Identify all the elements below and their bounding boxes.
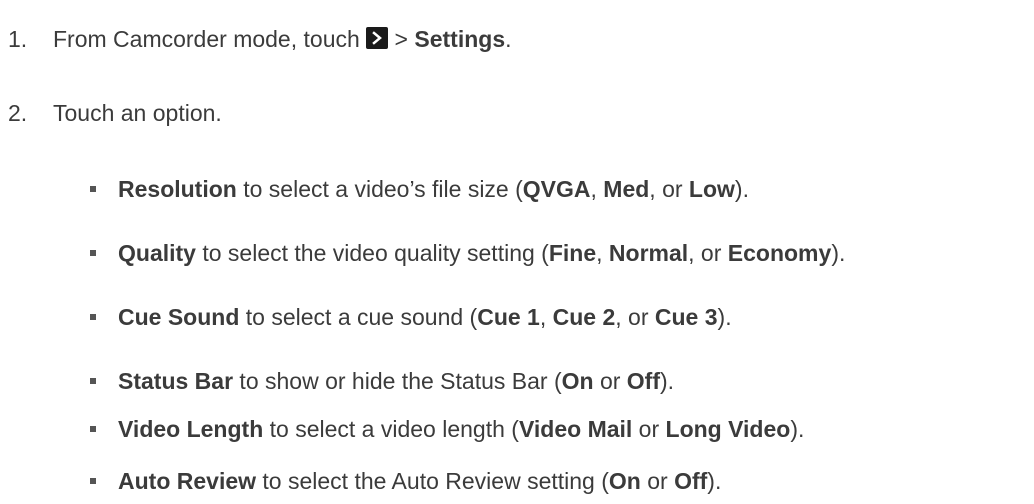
step-number: 1. <box>8 26 28 52</box>
option-desc: to select a video’s file size ( <box>236 176 523 202</box>
separator: > <box>388 26 415 52</box>
option-name: Auto Review <box>118 468 257 494</box>
step-number: 2. <box>8 100 28 126</box>
option-sep: or <box>640 468 675 494</box>
option-sep: , <box>596 240 609 266</box>
step-end: . <box>505 26 512 52</box>
chevron-right-icon <box>366 27 389 49</box>
bullet-icon <box>90 478 96 484</box>
option-sep: , or <box>615 304 655 330</box>
option-name: Video Length <box>118 416 264 442</box>
option-value: Off <box>674 468 708 494</box>
step-text: Touch an option. <box>53 100 222 126</box>
option-value: On <box>561 368 594 394</box>
option-name: Status Bar <box>118 368 234 394</box>
option-desc: to select the Auto Review setting ( <box>256 468 609 494</box>
bullet-icon <box>90 186 96 192</box>
step-2: 2. Touch an option. <box>8 100 222 127</box>
option-sep: , or <box>649 176 689 202</box>
option-value: Video Mail <box>518 416 633 442</box>
option-value: Off <box>626 368 661 394</box>
option-value: Long Video <box>665 416 791 442</box>
option-sep: , <box>590 176 604 202</box>
option-end: ). <box>831 240 846 266</box>
option-sep: , or <box>688 240 728 266</box>
option-name: Resolution <box>118 176 237 202</box>
option-value: Economy <box>727 240 832 266</box>
option-value: Normal <box>608 240 689 266</box>
option-sep: or <box>593 368 627 394</box>
option-desc: to show or hide the Status Bar ( <box>233 368 562 394</box>
option-desc: to select a cue sound ( <box>239 304 478 330</box>
option-sep: or <box>632 416 666 442</box>
settings-label: Settings <box>414 26 506 52</box>
bullet-icon <box>90 250 96 256</box>
option-end: ). <box>707 468 722 494</box>
option-value: Cue 2 <box>552 304 616 330</box>
option-desc: to select the video quality setting ( <box>195 240 549 266</box>
step-1: 1. From Camcorder mode, touch > Settings. <box>8 26 512 53</box>
option-desc: to select a video length ( <box>263 416 519 442</box>
option-sep: , <box>539 304 553 330</box>
option-value: Low <box>688 176 735 202</box>
option-value: QVGA <box>522 176 591 202</box>
option-value: Med <box>603 176 650 202</box>
option-name: Quality <box>118 240 196 266</box>
bullet-icon <box>90 426 96 432</box>
step-text: From Camcorder mode, touch <box>53 26 360 52</box>
option-end: ). <box>790 416 805 442</box>
option-end: ). <box>717 304 732 330</box>
option-name: Cue Sound <box>118 304 240 330</box>
option-value: Cue 1 <box>477 304 540 330</box>
option-value: Fine <box>548 240 597 266</box>
option-end: ). <box>660 368 675 394</box>
bullet-icon <box>90 314 96 320</box>
instructions-page: 1. From Camcorder mode, touch > Settings.… <box>0 0 1034 504</box>
option-end: ). <box>734 176 749 202</box>
option-value: On <box>608 468 641 494</box>
option-value: Cue 3 <box>654 304 718 330</box>
bullet-icon <box>90 378 96 384</box>
